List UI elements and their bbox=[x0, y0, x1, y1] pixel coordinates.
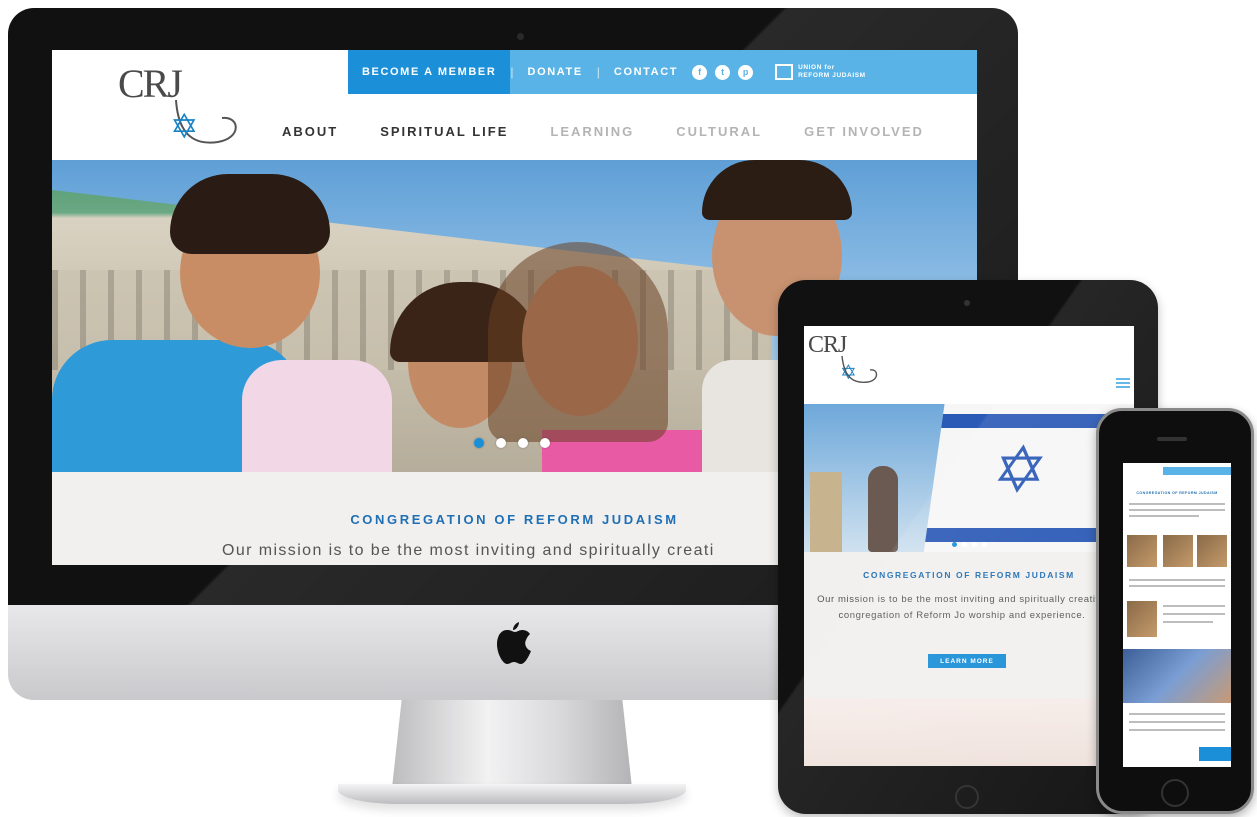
star-of-david-icon: ✡ bbox=[988, 434, 1052, 506]
logo-swirl-icon bbox=[841, 355, 878, 383]
star-of-david-icon: ✡ bbox=[170, 108, 199, 146]
crj-logo[interactable]: CRJ ✡ bbox=[808, 332, 878, 392]
text-line bbox=[1163, 613, 1225, 615]
carousel-dots bbox=[474, 438, 562, 448]
mission-section: CONGREGATION OF REFORM JUDAISM Our missi… bbox=[804, 552, 1134, 698]
urj-line2: REFORM JUDAISM bbox=[798, 72, 866, 79]
carousel-dot[interactable] bbox=[474, 438, 484, 448]
text-line bbox=[1129, 585, 1225, 587]
carousel-dot[interactable] bbox=[982, 542, 987, 547]
imac-base bbox=[338, 784, 686, 804]
main-nav: ABOUT SPIRITUAL LIFE LEARNING CULTURAL G… bbox=[282, 124, 966, 139]
urj-logo[interactable]: UNION for REFORM JUDAISM bbox=[775, 64, 866, 80]
phone-photo bbox=[1123, 649, 1231, 703]
tablet-website: CRJ ✡ ✡ CONGREGATION OF REFORM JUDAISM O… bbox=[804, 326, 1134, 766]
carousel-dot[interactable] bbox=[540, 438, 550, 448]
urj-line1: UNION for bbox=[798, 64, 835, 71]
nav-spiritual-life[interactable]: SPIRITUAL LIFE bbox=[380, 124, 508, 139]
contact-link[interactable]: CONTACT bbox=[600, 66, 692, 78]
mission-heading: CONGREGATION OF REFORM JUDAISM bbox=[863, 570, 1075, 580]
text-line bbox=[1129, 509, 1225, 511]
text-line bbox=[1129, 721, 1225, 723]
home-button bbox=[1161, 779, 1189, 807]
camera bbox=[964, 300, 970, 306]
logo-text: CRJ bbox=[118, 61, 183, 106]
tablet-next-section bbox=[804, 698, 1134, 766]
donate-link[interactable]: DONATE bbox=[514, 66, 597, 78]
thumbnail[interactable] bbox=[1197, 535, 1227, 567]
nav-cultural[interactable]: CULTURAL bbox=[676, 124, 762, 139]
phone-header bbox=[1123, 463, 1231, 479]
carousel-dot[interactable] bbox=[962, 542, 967, 547]
twitter-icon[interactable]: t bbox=[715, 64, 731, 80]
person-hair bbox=[488, 242, 668, 442]
utility-bar: BECOME A MEMBER | DONATE | CONTACT f t p… bbox=[348, 50, 977, 94]
thumbnail[interactable] bbox=[1127, 535, 1157, 567]
carousel-dot[interactable] bbox=[518, 438, 528, 448]
urj-logo-icon bbox=[775, 64, 794, 80]
hero-person bbox=[868, 466, 898, 552]
person-shirt bbox=[242, 360, 392, 472]
crj-logo[interactable]: CRJ ✡ bbox=[118, 60, 248, 150]
pinterest-icon[interactable]: p bbox=[738, 64, 754, 80]
facebook-icon[interactable]: f bbox=[692, 64, 708, 80]
carousel-dot[interactable] bbox=[496, 438, 506, 448]
mission-text: Our mission is to be the most inviting a… bbox=[817, 594, 1107, 621]
person-hair bbox=[170, 174, 330, 254]
phone-website: CONGREGATION OF REFORM JUDAISM bbox=[1123, 463, 1231, 767]
home-button bbox=[955, 785, 979, 809]
tablet-hero[interactable]: ✡ bbox=[804, 404, 1134, 552]
speaker bbox=[1157, 437, 1187, 441]
carousel-dot[interactable] bbox=[952, 542, 957, 547]
text-line bbox=[1129, 729, 1225, 731]
text-line bbox=[1129, 515, 1199, 517]
carousel-dots bbox=[952, 542, 992, 547]
thumbnail[interactable] bbox=[1127, 601, 1157, 637]
text-line bbox=[1129, 579, 1225, 581]
text-line bbox=[1163, 621, 1213, 623]
imac-stand bbox=[392, 700, 632, 788]
menu-icon[interactable] bbox=[1116, 378, 1130, 388]
nav-get-involved[interactable]: GET INVOLVED bbox=[804, 124, 924, 139]
phone-heading: CONGREGATION OF REFORM JUDAISM bbox=[1136, 491, 1218, 495]
camera bbox=[517, 33, 524, 40]
text-line bbox=[1129, 713, 1225, 715]
site-header: CRJ ✡ BECOME A MEMBER | DONATE | CONTACT… bbox=[52, 50, 977, 160]
apple-logo-icon bbox=[497, 622, 531, 664]
text-line bbox=[1163, 605, 1225, 607]
text-line bbox=[1129, 503, 1225, 505]
phone-cta-button[interactable] bbox=[1199, 747, 1231, 761]
utility-bar bbox=[1163, 467, 1231, 475]
person-hair bbox=[702, 160, 852, 220]
become-member-button[interactable]: BECOME A MEMBER bbox=[348, 50, 511, 94]
learn-more-button[interactable]: LEARN MORE bbox=[928, 654, 1006, 668]
hero-tower bbox=[810, 472, 842, 552]
nav-learning[interactable]: LEARNING bbox=[550, 124, 634, 139]
iphone-device: CONGREGATION OF REFORM JUDAISM bbox=[1096, 408, 1254, 814]
nav-about[interactable]: ABOUT bbox=[282, 124, 338, 139]
device-mockup: CRJ ✡ BECOME A MEMBER | DONATE | CONTACT… bbox=[0, 0, 1257, 817]
thumbnail[interactable] bbox=[1163, 535, 1193, 567]
carousel-dot[interactable] bbox=[972, 542, 977, 547]
